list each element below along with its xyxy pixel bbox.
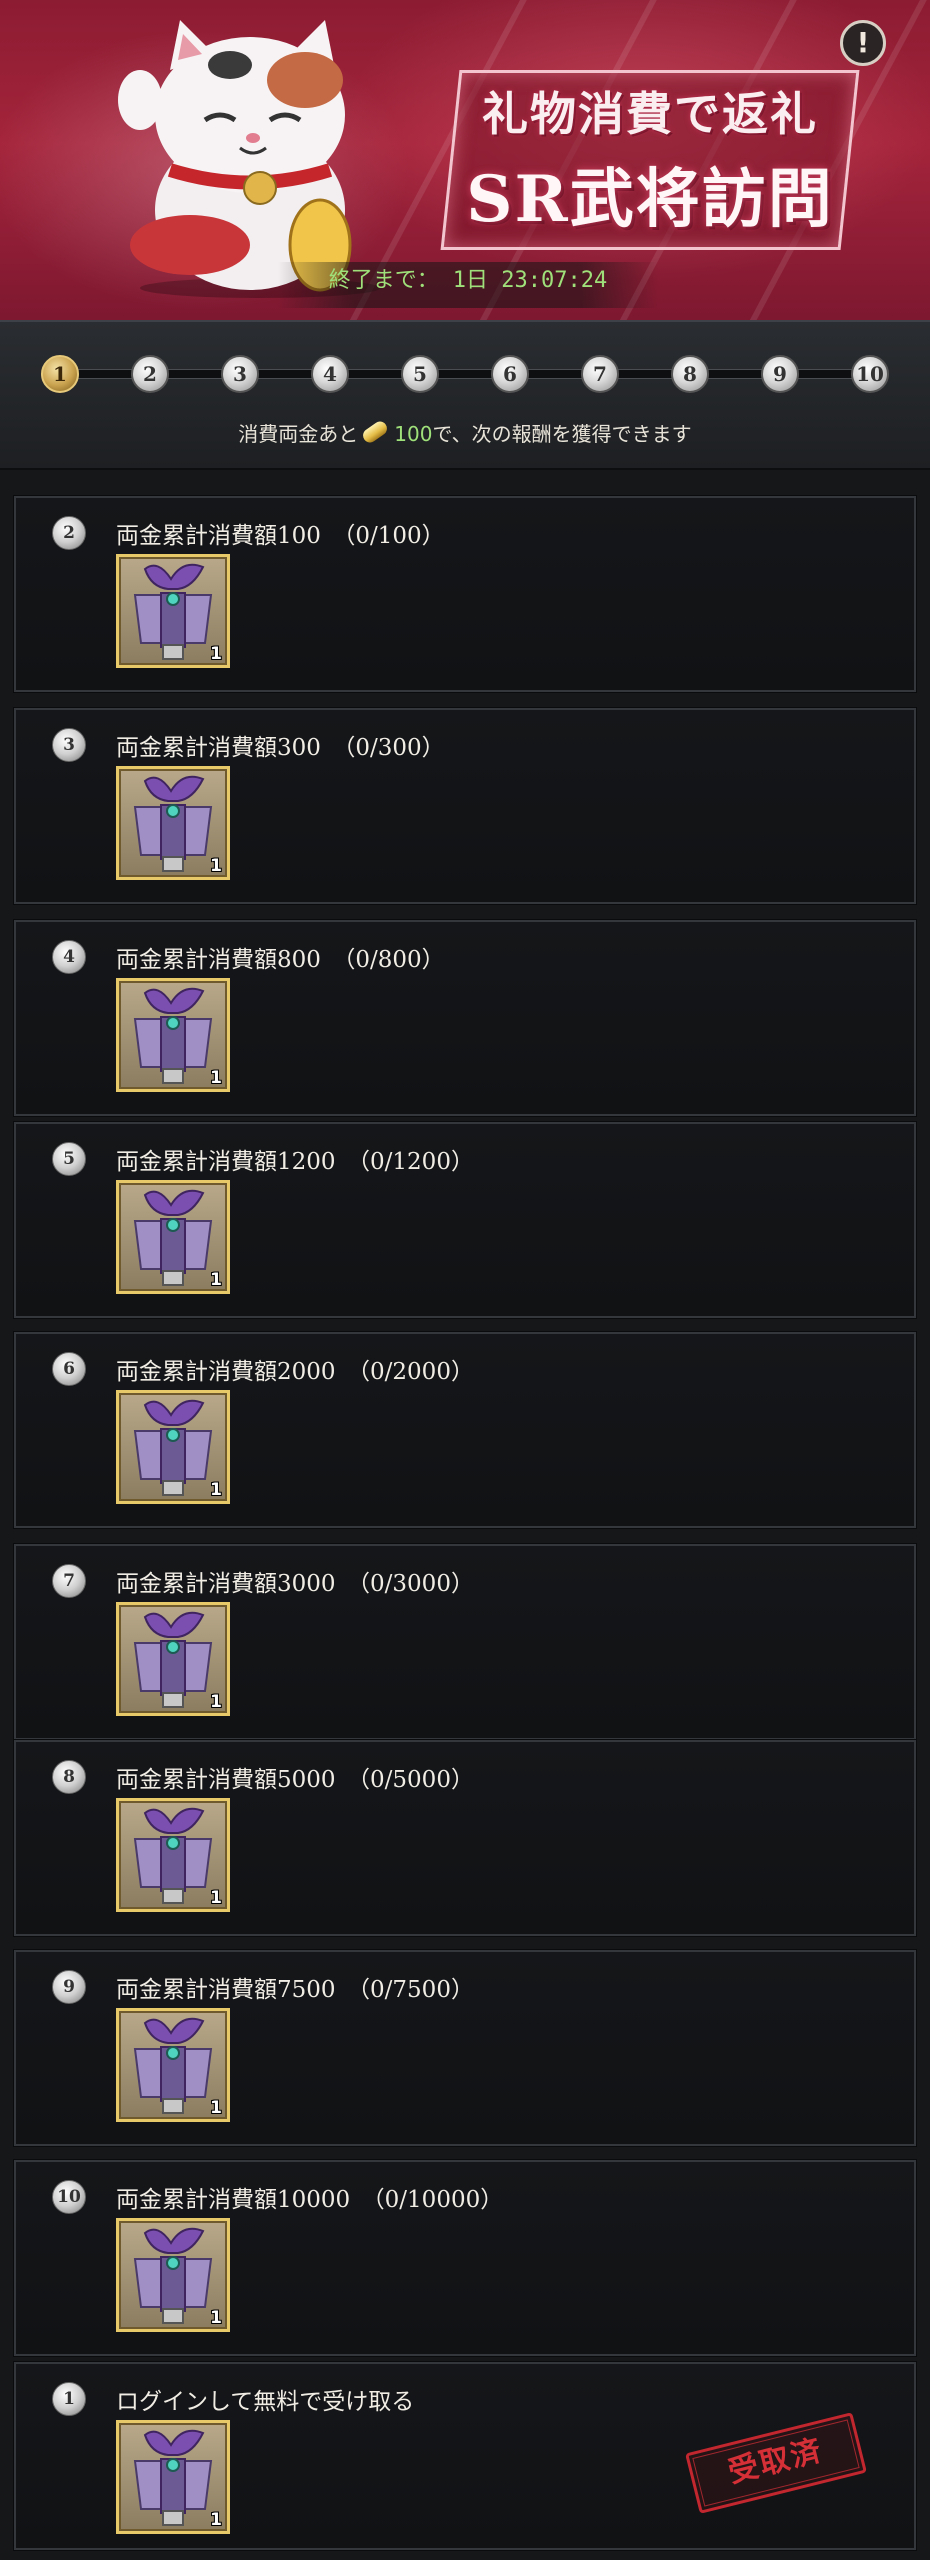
progress-step: 2	[131, 355, 169, 393]
reward-number-badge: 7	[52, 1564, 86, 1598]
reward-condition: 両金累計消費額10000 （0/10000）	[116, 2187, 504, 2213]
progress-step: 6	[491, 355, 529, 393]
item-quantity: 1	[210, 1270, 222, 1290]
event-title-line2: SR武将訪問	[466, 162, 834, 237]
purple-gift-bundle-icon	[133, 2017, 213, 2114]
reward-card: 3 両金累計消費額300 （0/300） 1	[14, 708, 916, 904]
purple-gift-bundle-icon	[133, 2227, 213, 2324]
reward-card: 6 両金累計消費額2000 （0/2000） 1	[14, 1332, 916, 1528]
reward-number-badge: 6	[52, 1352, 86, 1386]
reward-card: 4 両金累計消費額800 （0/800） 1	[14, 920, 916, 1116]
gold-coin-icon	[360, 418, 390, 446]
item-quantity: 1	[210, 2308, 222, 2328]
reward-card: 9 両金累計消費額7500 （0/7500） 1	[14, 1950, 916, 2146]
reward-item-slot[interactable]: 1	[116, 1798, 230, 1912]
reward-condition: 両金累計消費額2000 （0/2000）	[116, 1359, 474, 1385]
reward-item-slot[interactable]: 1	[116, 978, 230, 1092]
reward-card: 7 両金累計消費額3000 （0/3000） 1	[14, 1544, 916, 1740]
reward-condition: ログインして無料で受け取る	[116, 2389, 415, 2415]
purple-gift-bundle-icon	[133, 1399, 213, 1496]
reward-number-badge: 5	[52, 1142, 86, 1176]
reward-number-badge: 10	[52, 2180, 86, 2214]
progress-step: 3	[221, 355, 259, 393]
progress-step: 9	[761, 355, 799, 393]
purple-gift-bundle-icon	[133, 563, 213, 660]
progress-message-prefix: 消費両金あと	[238, 422, 359, 446]
progress-message-amount: 100	[394, 422, 433, 446]
reward-number-badge: 3	[52, 728, 86, 762]
item-quantity: 1	[210, 644, 222, 664]
info-icon[interactable]: !	[840, 20, 886, 66]
reward-item-slot[interactable]: 1	[116, 766, 230, 880]
reward-item-slot[interactable]: 1	[116, 2008, 230, 2122]
reward-card: 2 両金累計消費額100 （0/100） 1	[14, 496, 916, 692]
item-quantity: 1	[210, 1068, 222, 1088]
countdown-value: 1日 23:07:24	[452, 268, 608, 293]
progress-track	[60, 369, 870, 379]
item-quantity: 1	[210, 2510, 222, 2530]
reward-item-slot[interactable]: 1	[116, 1180, 230, 1294]
reward-condition: 両金累計消費額1200 （0/1200）	[116, 1149, 474, 1175]
lucky-cat-icon	[118, 20, 380, 298]
item-quantity: 1	[210, 856, 222, 876]
reward-item-slot[interactable]: 1	[116, 554, 230, 668]
progress-step: 4	[311, 355, 349, 393]
countdown-timer: 終了まで： 1日 23:07:24	[278, 262, 658, 308]
progress-step: 8	[671, 355, 709, 393]
progress-panel: 1 2 3 4 5 6 7 8 9 10 消費両金あと 100で、次の報酬を獲得で…	[0, 320, 930, 470]
reward-condition: 両金累計消費額300 （0/300）	[116, 735, 445, 761]
reward-item-slot[interactable]: 1	[116, 1390, 230, 1504]
progress-message: 消費両金あと 100で、次の報酬を獲得できます	[0, 418, 930, 447]
progress-step: 1	[41, 355, 79, 393]
reward-condition: 両金累計消費額100 （0/100）	[116, 523, 445, 549]
item-quantity: 1	[210, 1480, 222, 1500]
reward-condition: 両金累計消費額7500 （0/7500）	[116, 1977, 474, 2003]
reward-number-badge: 4	[52, 940, 86, 974]
item-quantity: 1	[210, 1888, 222, 1908]
progress-step: 10	[851, 355, 889, 393]
purple-gift-bundle-icon	[133, 1807, 213, 1904]
reward-number-badge: 2	[52, 516, 86, 550]
progress-message-suffix: で、次の報酬を獲得できます	[432, 422, 692, 446]
reward-item-slot[interactable]: 1	[116, 2420, 230, 2534]
reward-card: 1 ログインして無料で受け取る 1 受取済	[14, 2362, 916, 2550]
purple-gift-bundle-icon	[133, 1611, 213, 1708]
reward-condition: 両金累計消費額3000 （0/3000）	[116, 1571, 474, 1597]
countdown-label: 終了まで：	[328, 268, 439, 293]
item-quantity: 1	[210, 1692, 222, 1712]
event-title-line1: 礼物消費で返礼	[482, 87, 818, 141]
reward-card: 8 両金累計消費額5000 （0/5000） 1	[14, 1740, 916, 1936]
claimed-stamp: 受取済	[685, 2412, 867, 2514]
item-quantity: 1	[210, 2098, 222, 2118]
reward-card: 5 両金累計消費額1200 （0/1200） 1	[14, 1122, 916, 1318]
reward-card: 10 両金累計消費額10000 （0/10000） 1	[14, 2160, 916, 2356]
purple-gift-bundle-icon	[133, 987, 213, 1084]
reward-condition: 両金累計消費額800 （0/800）	[116, 947, 445, 973]
purple-gift-bundle-icon	[133, 2429, 213, 2526]
reward-item-slot[interactable]: 1	[116, 1602, 230, 1716]
progress-step: 7	[581, 355, 619, 393]
reward-number-badge: 9	[52, 1970, 86, 2004]
event-banner: ! 礼物消費で返礼 SR武将訪問 終了まで： 1日 23:07:24	[0, 0, 930, 320]
progress-step: 5	[401, 355, 439, 393]
reward-number-badge: 1	[52, 2382, 86, 2416]
purple-gift-bundle-icon	[133, 775, 213, 872]
purple-gift-bundle-icon	[133, 1189, 213, 1286]
reward-item-slot[interactable]: 1	[116, 2218, 230, 2332]
reward-number-badge: 8	[52, 1760, 86, 1794]
reward-condition: 両金累計消費額5000 （0/5000）	[116, 1767, 474, 1793]
